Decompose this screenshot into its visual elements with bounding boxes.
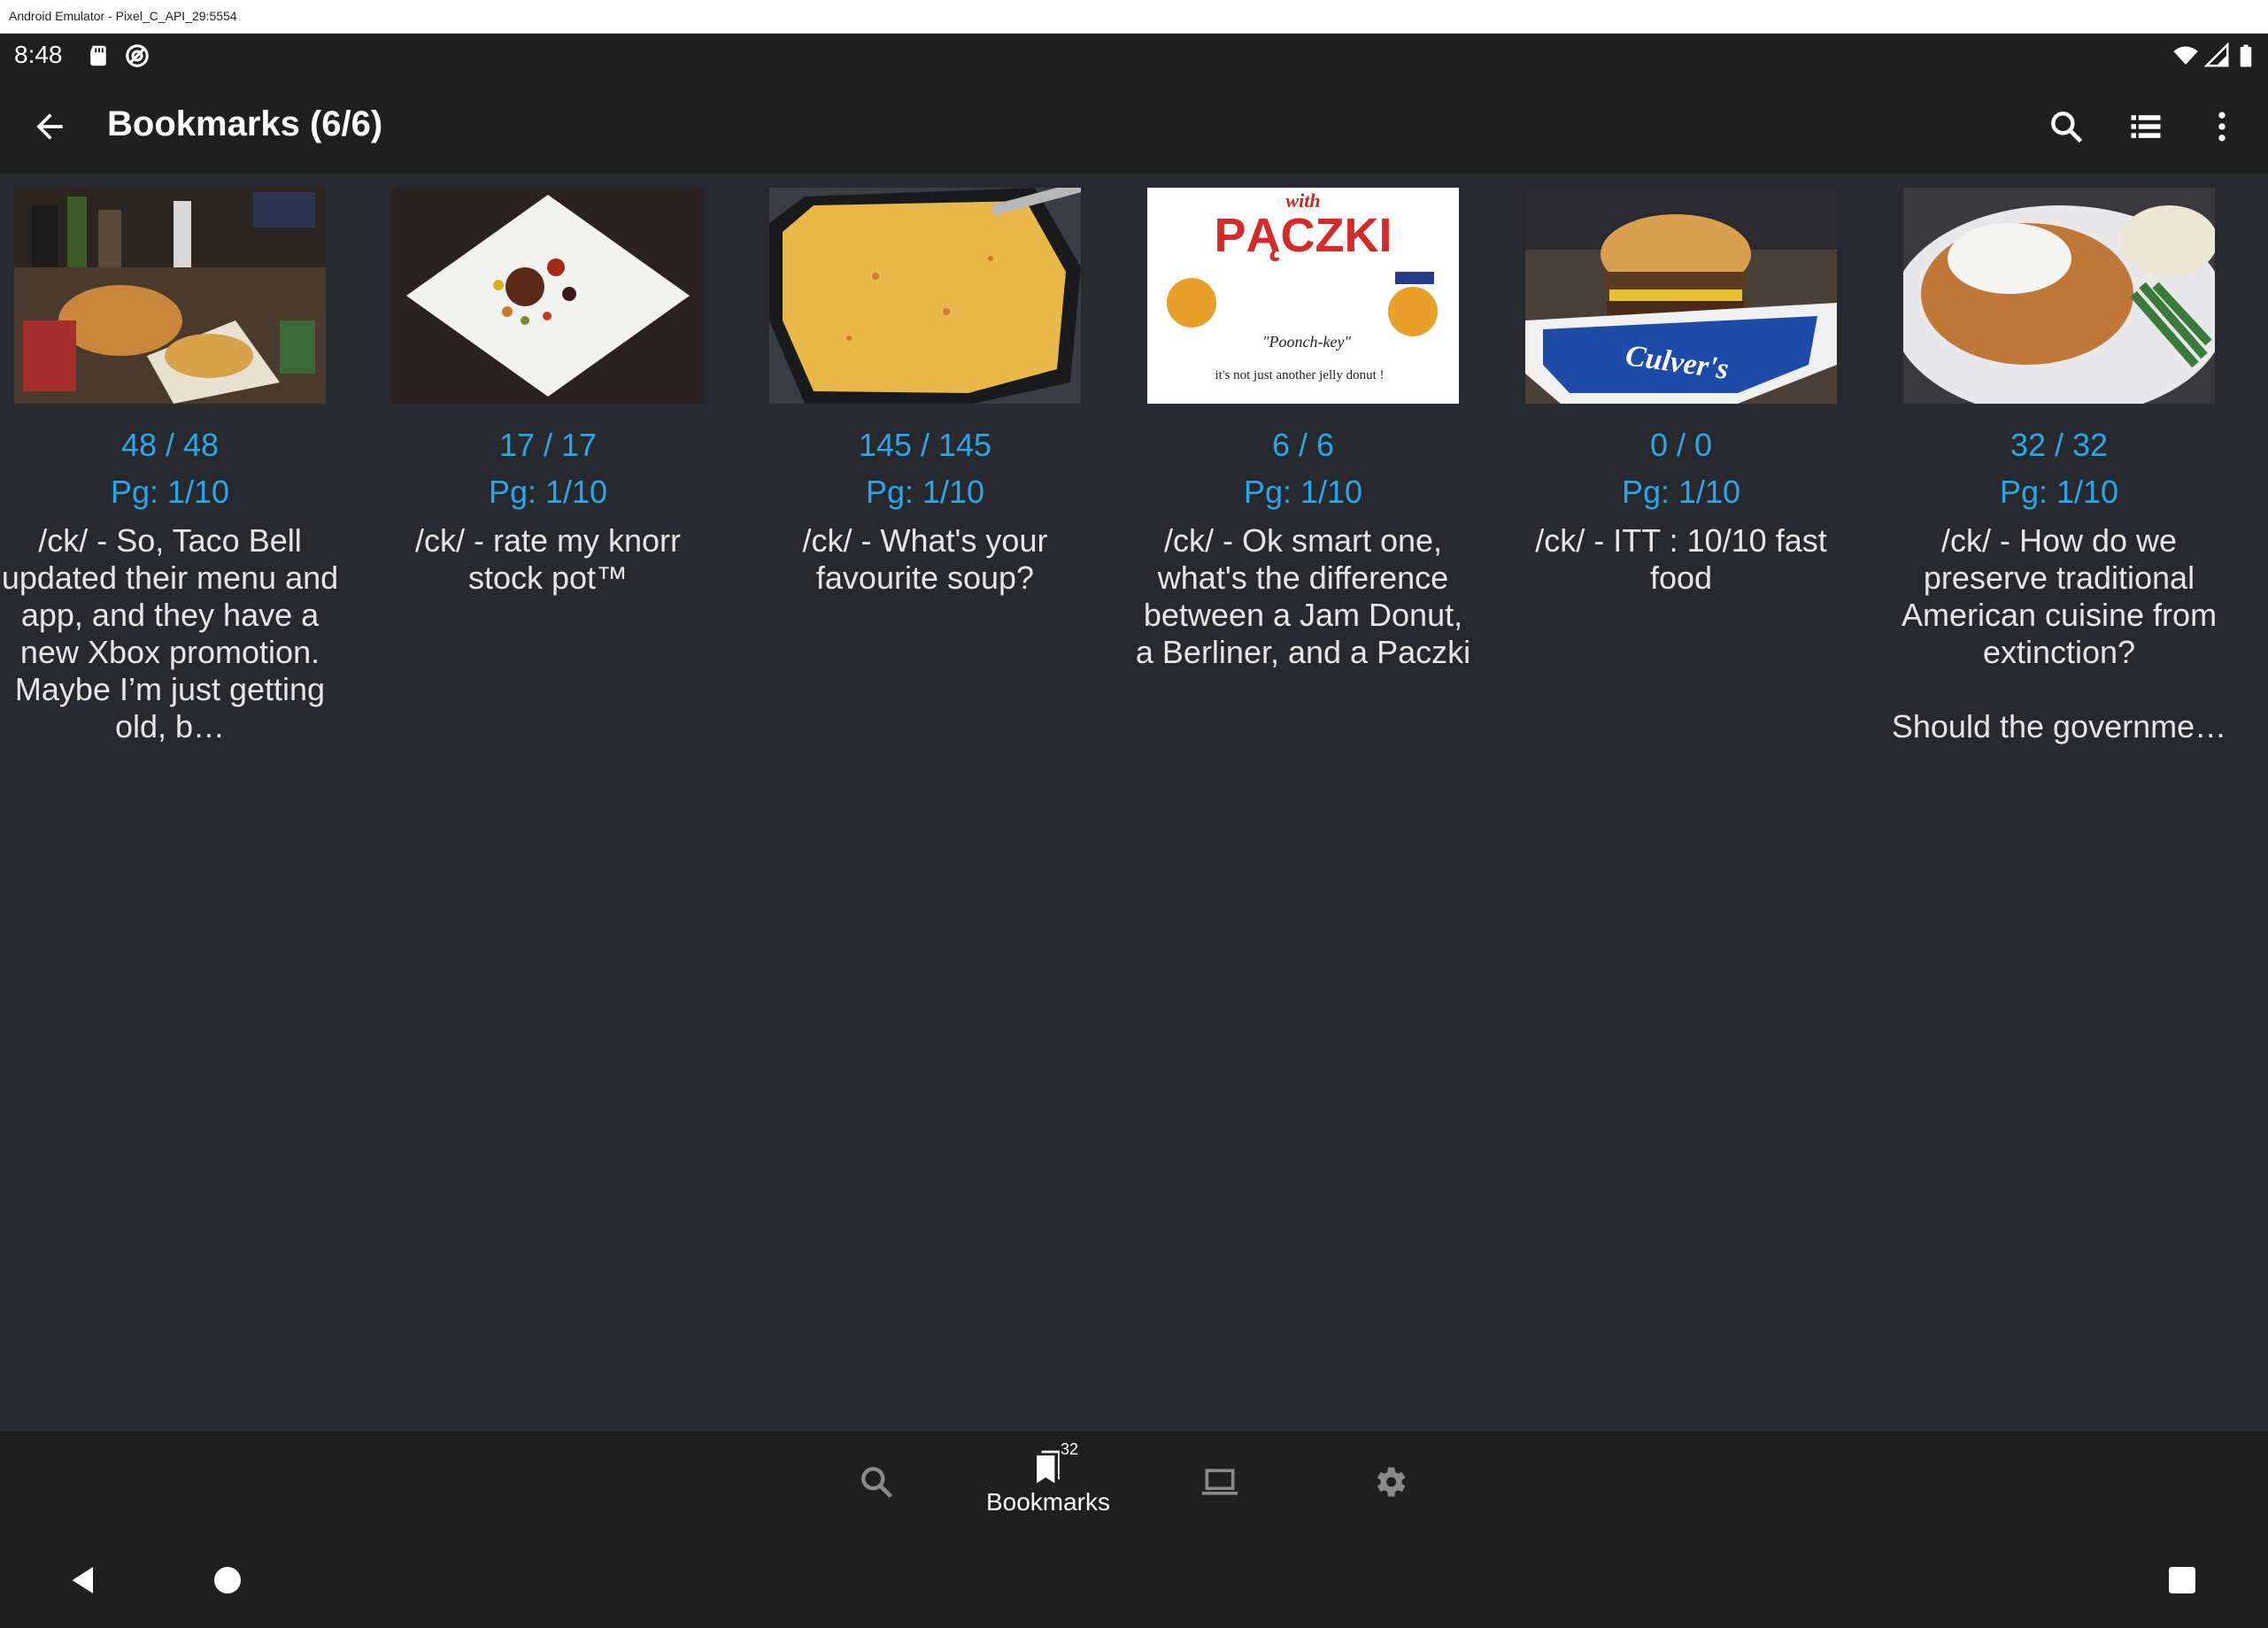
search-button[interactable] bbox=[2040, 100, 2093, 153]
thread-thumbnail[interactable]: with PĄCZKI "Poonch-key" it's not just a… bbox=[1147, 188, 1459, 404]
sync-icon bbox=[126, 44, 149, 67]
nav-bookmarks[interactable]: 32 Bookmarks bbox=[968, 1440, 1128, 1524]
reply-count: 48 / 48 bbox=[120, 427, 220, 463]
sd-card-icon bbox=[90, 45, 106, 66]
nav-search[interactable] bbox=[797, 1440, 956, 1524]
search-icon bbox=[2051, 112, 2083, 143]
page-indicator: Pg: 1/10 bbox=[110, 474, 230, 510]
thread-subject: /ck/ - So, Taco Bell updated their menu … bbox=[1, 522, 339, 745]
page-indicator: Pg: 1/10 bbox=[1621, 474, 1741, 510]
thread-thumbnail[interactable]: Culver's bbox=[1525, 188, 1837, 404]
system-back-button[interactable] bbox=[53, 1549, 115, 1611]
bookmark-card[interactable]: 17 / 17 Pg: 1/10 /ck/ - rate my knorr st… bbox=[375, 188, 721, 597]
nav-browse[interactable] bbox=[1140, 1440, 1300, 1524]
nav-bookmarks-label: Bookmarks bbox=[985, 1488, 1111, 1516]
app-toolbar: Bookmarks (6/6) bbox=[0, 80, 2268, 174]
page-indicator: Pg: 1/10 bbox=[865, 474, 985, 510]
square-recents-icon bbox=[2169, 1567, 2195, 1593]
page-indicator: Pg: 1/10 bbox=[488, 474, 608, 510]
bookmark-card[interactable]: Culver's 0 / 0 Pg: 1/10 /ck/ - ITT : 10/… bbox=[1508, 188, 1854, 597]
soup-pot-image bbox=[769, 188, 1081, 404]
bookmark-card[interactable]: with PĄCZKI "Poonch-key" it's not just a… bbox=[1130, 188, 1476, 671]
system-navigation bbox=[0, 1532, 2268, 1628]
page-indicator: Pg: 1/10 bbox=[1243, 474, 1363, 510]
status-bar: 8:48 bbox=[0, 34, 2268, 80]
system-home-button[interactable] bbox=[197, 1549, 258, 1611]
back-button[interactable] bbox=[23, 100, 76, 153]
bookmark-card[interactable]: 145 / 145 Pg: 1/10 /ck/ - What's your fa… bbox=[752, 188, 1098, 597]
reply-count: 6 / 6 bbox=[1271, 427, 1335, 463]
bookmark-card[interactable]: 32 / 32 Pg: 1/10 /ck/ - How do we preser… bbox=[1886, 188, 2232, 745]
thread-subject: /ck/ - rate my knorr stock pot™ bbox=[414, 522, 682, 596]
thread-subject: /ck/ - Ok smart one, what's the differen… bbox=[1135, 522, 1471, 670]
taco-bell-food-image bbox=[14, 188, 326, 404]
stock-pot-plate-image bbox=[392, 188, 704, 404]
thread-subject: /ck/ - How do we preserve traditional Am… bbox=[1891, 522, 2227, 745]
more-vert-icon bbox=[2218, 112, 2226, 142]
bookmark-card[interactable]: 48 / 48 Pg: 1/10 /ck/ - So, Taco Bell up… bbox=[0, 188, 343, 745]
nav-settings[interactable] bbox=[1310, 1440, 1470, 1524]
circle-home-icon bbox=[214, 1567, 241, 1593]
thread-subject: /ck/ - ITT : 10/10 fast food bbox=[1535, 522, 1827, 596]
overflow-menu-button[interactable] bbox=[2195, 100, 2249, 153]
reply-count: 32 / 32 bbox=[2010, 427, 2109, 463]
cell-signal-icon bbox=[2204, 42, 2229, 67]
reply-count: 0 / 0 bbox=[1649, 427, 1713, 463]
thread-thumbnail[interactable] bbox=[392, 188, 704, 404]
reply-count: 145 / 145 bbox=[858, 427, 992, 463]
list-view-button[interactable] bbox=[2119, 100, 2172, 153]
emulator-title: Android Emulator - Pixel_C_API_29:5554 bbox=[9, 9, 237, 23]
paczki-poster-image: with PĄCZKI "Poonch-key" it's not just a… bbox=[1147, 188, 1459, 404]
thread-subject: /ck/ - What's your favourite soup? bbox=[802, 522, 1048, 596]
svg-text:it's not just another jelly do: it's not just another jelly donut ! bbox=[1215, 368, 1384, 382]
bookmarks-grid: 48 / 48 Pg: 1/10 /ck/ - So, Taco Bell up… bbox=[0, 174, 2268, 1431]
thread-thumbnail[interactable] bbox=[14, 188, 326, 404]
bottom-navigation: 32 Bookmarks bbox=[0, 1431, 2268, 1532]
search-icon bbox=[861, 1467, 893, 1499]
thread-thumbnail[interactable] bbox=[769, 188, 1081, 404]
triangle-back-icon bbox=[72, 1567, 93, 1593]
bookmarks-badge: 32 bbox=[1061, 1440, 1079, 1458]
page-title: Bookmarks (6/6) bbox=[107, 104, 383, 143]
svg-text:"Poonch-key": "Poonch-key" bbox=[1262, 333, 1352, 351]
emulator-title-bar: Android Emulator - Pixel_C_API_29:5554 bbox=[0, 0, 2268, 34]
battery-icon bbox=[2240, 44, 2252, 67]
page-indicator: Pg: 1/10 bbox=[1999, 474, 2119, 510]
system-recents-button[interactable] bbox=[2151, 1549, 2213, 1611]
svg-text:PĄCZKI: PĄCZKI bbox=[1215, 209, 1392, 262]
status-time: 8:48 bbox=[14, 41, 63, 68]
view-list-icon bbox=[2131, 115, 2161, 138]
wifi-icon bbox=[2173, 46, 2198, 65]
laptop-icon bbox=[1201, 1469, 1238, 1495]
reply-count: 17 / 17 bbox=[498, 427, 598, 463]
thread-thumbnail[interactable] bbox=[1903, 188, 2215, 404]
settings-icon bbox=[1377, 1467, 1406, 1497]
arrow-back-icon bbox=[36, 113, 63, 140]
chicken-fried-steak-image bbox=[1903, 188, 2215, 404]
culvers-burger-image: Culver's bbox=[1525, 188, 1837, 404]
